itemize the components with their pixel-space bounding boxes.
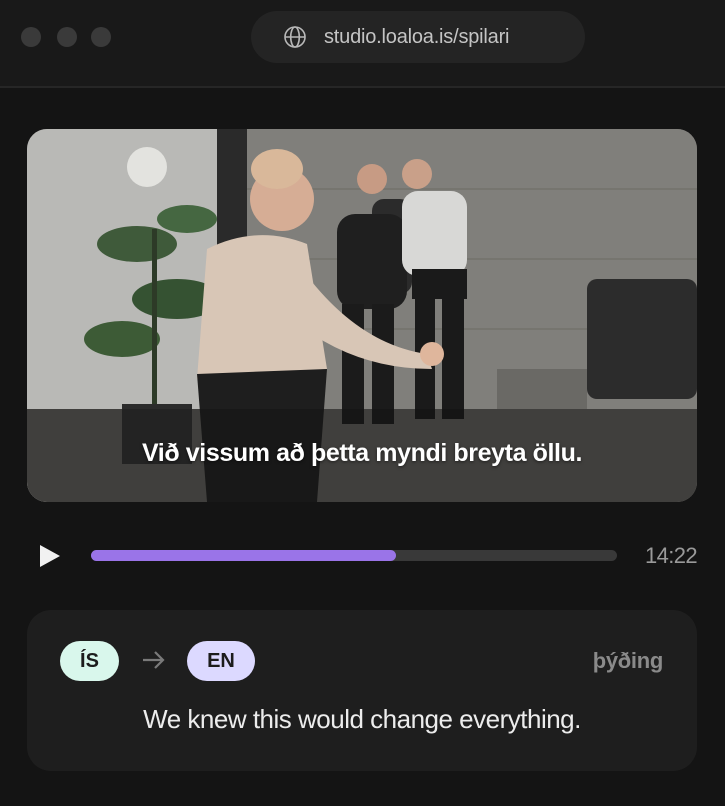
window-close-button[interactable] [21, 27, 41, 47]
time-display: 14:22 [644, 543, 698, 568]
source-language-chip[interactable]: ÍS [60, 641, 119, 681]
progress-fill [91, 550, 397, 561]
progress-bar[interactable] [91, 550, 617, 561]
translation-card: ÍS EN þýðing We knew this would change e… [27, 610, 697, 771]
translated-text: We knew this would change everything. [143, 704, 581, 734]
translation-label: þýðing [592, 648, 664, 673]
target-language-chip[interactable]: EN [187, 641, 255, 681]
browser-window: studio.loaloa.is/spilari Við vissum að þ… [0, 0, 725, 806]
play-icon[interactable] [38, 543, 62, 569]
url-text: studio.loaloa.is/spilari [324, 25, 510, 48]
video-frame[interactable]: Við vissum að þetta myndi breyta öllu. [27, 129, 697, 502]
video-subtitle: Við vissum að þetta myndi breyta öllu. [141, 439, 582, 467]
window-minimize-button[interactable] [57, 27, 77, 47]
arrow-right-icon [143, 651, 165, 669]
globe-icon [284, 26, 306, 48]
address-bar[interactable]: studio.loaloa.is/spilari [251, 11, 585, 63]
window-maximize-button[interactable] [91, 27, 111, 47]
title-bar: studio.loaloa.is/spilari [0, 0, 725, 88]
